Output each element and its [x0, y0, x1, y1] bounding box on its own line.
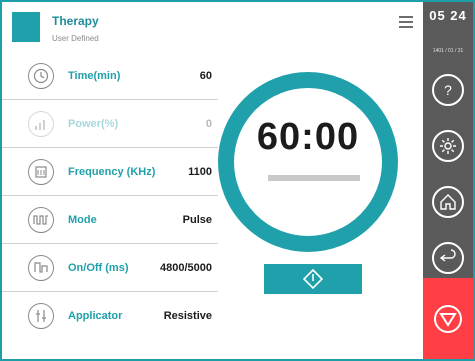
help-button[interactable]: ?: [432, 74, 464, 106]
param-label: Applicator: [68, 310, 123, 322]
param-label: Frequency (KHz): [68, 166, 156, 178]
timer-display: 60:00: [256, 116, 360, 158]
param-row-time[interactable]: Time(min) 60: [2, 52, 218, 100]
pulse-wave-icon: [28, 207, 54, 233]
menu-icon[interactable]: [399, 16, 413, 30]
param-row-power[interactable]: Power(%) 0: [2, 100, 218, 148]
clock-date: 1401 / 01 / 31: [432, 48, 464, 54]
back-arrow-icon: [439, 249, 456, 262]
stop-triangle-icon: [434, 304, 462, 333]
param-label: Power(%): [68, 118, 119, 130]
signal-bars-icon: [28, 111, 54, 137]
param-value: Resistive: [163, 310, 212, 322]
param-value: 60: [199, 70, 212, 82]
clock-icon: [28, 63, 54, 89]
clock-time: 05 24: [429, 8, 467, 23]
param-value: 0: [205, 118, 212, 130]
param-value: Pulse: [182, 214, 212, 226]
param-value: 1100: [188, 166, 212, 178]
param-label: Mode: [68, 214, 97, 226]
parameters-panel: Time(min) 60 Power(%) 0 Frequency (KHz) …: [2, 50, 218, 340]
start-button[interactable]: [264, 264, 362, 294]
param-row-frequency[interactable]: Frequency (KHz) 1100: [2, 148, 218, 196]
param-label: On/Off (ms): [68, 262, 129, 274]
applicator-icon: [28, 303, 54, 329]
page-subtitle: User Defined: [52, 34, 99, 43]
param-row-applicator[interactable]: Applicator Resistive: [2, 292, 218, 340]
param-value: 4800/5000: [160, 262, 212, 274]
stop-button[interactable]: [423, 278, 473, 359]
timer-ring: [218, 72, 398, 252]
start-diamond-icon: [303, 269, 323, 289]
timer-progress-bar: [268, 175, 360, 181]
home-button[interactable]: [432, 186, 464, 218]
settings-button[interactable]: [432, 130, 464, 162]
param-row-onoff[interactable]: On/Off (ms) 4800/5000: [2, 244, 218, 292]
frequency-icon: [28, 159, 54, 185]
settings-gear-icon: [440, 138, 456, 154]
header: Therapy User Defined: [2, 2, 423, 50]
on-off-wave-icon: [28, 255, 54, 281]
back-button[interactable]: [432, 242, 464, 274]
help-icon: ?: [444, 82, 452, 98]
right-rail: 05 24 1401 / 01 / 31 ?: [423, 2, 473, 359]
page-title: Therapy: [52, 14, 99, 28]
svg-text:?: ?: [444, 82, 452, 98]
param-row-mode[interactable]: Mode Pulse: [2, 196, 218, 244]
home-icon: [440, 194, 456, 210]
header-accent: [12, 12, 40, 42]
param-label: Time(min): [68, 70, 121, 82]
